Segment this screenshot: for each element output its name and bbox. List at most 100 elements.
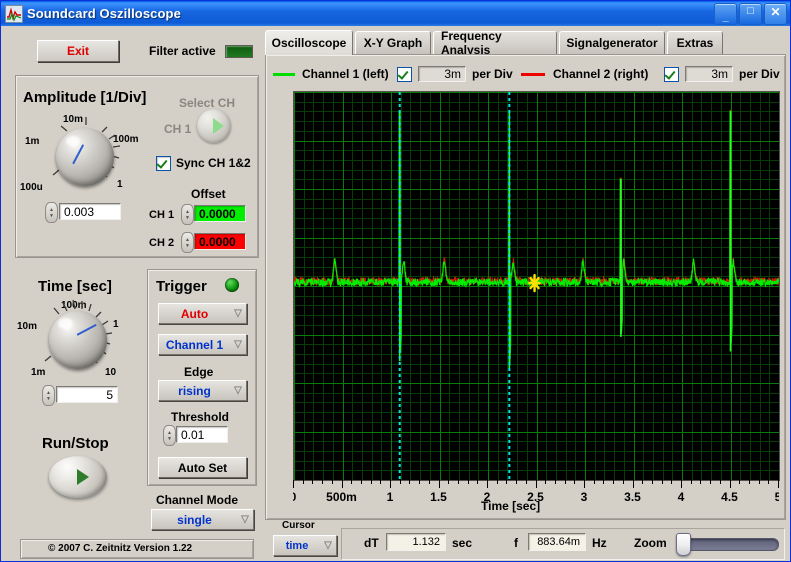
tab-signalgenerator[interactable]: Signalgenerator — [559, 31, 665, 54]
trigger-mode-value: Auto — [180, 306, 209, 321]
trigger-mode-combo[interactable]: Auto ▽ — [158, 303, 247, 324]
spinner-down-icon: ▼ — [49, 212, 54, 219]
trigger-title: Trigger — [156, 278, 207, 295]
channel-2-color-swatch — [521, 73, 545, 76]
x-tick-label: 1.5 — [430, 490, 447, 504]
cursor-label: Cursor — [282, 520, 315, 531]
tab-strip: Oscilloscope X-Y Graph Frequency Analysis S… — [265, 29, 784, 57]
chevron-down-icon: ▽ — [234, 339, 242, 350]
minimize-icon: _ — [722, 11, 729, 23]
maximize-icon: □ — [747, 5, 754, 17]
x-axis-title: Time [sec] — [481, 499, 541, 513]
trigger-source-value: Channel 1 — [165, 337, 224, 352]
window-controls: _ □ ✕ — [714, 3, 787, 25]
amplitude-knob[interactable] — [56, 128, 114, 186]
cursor-mode-value: time — [285, 539, 309, 552]
play-triangle-icon — [77, 469, 89, 485]
offset-ch1-label: CH 1 — [149, 209, 175, 221]
edge-label: Edge — [184, 365, 214, 379]
exit-button[interactable]: Exit — [37, 40, 119, 62]
trigger-led — [225, 278, 239, 292]
x-tick-label: 4.5 — [721, 490, 738, 504]
tab-x-y-graph[interactable]: X-Y Graph — [355, 31, 431, 54]
zoom-label: Zoom — [634, 536, 667, 550]
offset-ch1-spinner[interactable]: ▲ ▼ — [181, 204, 194, 225]
time-title: Time [sec] — [38, 278, 112, 295]
tab-label: Oscilloscope — [271, 36, 347, 50]
app-icon — [5, 4, 23, 23]
channel-mode-combo[interactable]: single ▽ — [151, 509, 254, 530]
trigger-source-combo[interactable]: Channel 1 ▽ — [158, 334, 247, 355]
threshold-label: Threshold — [171, 410, 230, 424]
chevron-down-icon: ▽ — [241, 514, 249, 525]
tab-oscilloscope[interactable]: Oscilloscope — [265, 30, 353, 55]
cursor-mode-combo[interactable]: time ▽ — [273, 535, 337, 556]
x-tick-label: 4 — [678, 490, 685, 504]
time-spinner[interactable]: ▲ ▼ — [42, 385, 55, 406]
waveform-plot[interactable] — [293, 91, 780, 481]
threshold-spinner[interactable]: ▲ ▼ — [163, 425, 176, 446]
select-ch-label: Select CH — [179, 96, 236, 110]
chevron-down-icon: ▽ — [324, 540, 332, 551]
frequency-field: 883.64m — [528, 533, 586, 551]
tab-frequency-analysis[interactable]: Frequency Analysis — [433, 29, 557, 57]
x-tick-label: 3 — [581, 490, 588, 504]
spinner-down-icon: ▼ — [185, 214, 190, 221]
trigger-edge-value: rising — [178, 383, 211, 398]
amplitude-spinner[interactable]: ▲ ▼ — [45, 202, 58, 223]
oscilloscope-panel: Channel 1 (left) 3m per Div Channel 2 (r… — [265, 54, 786, 520]
filter-active-indicator — [225, 45, 253, 58]
f-label: f — [514, 536, 518, 550]
channel-1-checkbox[interactable] — [397, 67, 412, 82]
offset-ch2-field[interactable]: 0.0000 — [194, 233, 246, 250]
copyright-text: © 2007 C. Zeitnitz Version 1.22 — [48, 543, 193, 554]
x-tick-label: 1 — [387, 490, 394, 504]
time-knob[interactable] — [49, 311, 107, 369]
amplitude-title: Amplitude [1/Div] — [23, 89, 147, 106]
close-icon: ✕ — [770, 5, 781, 19]
offset-ch1-field[interactable]: 0.0000 — [194, 205, 246, 222]
channel-2-perdiv-label: per Div — [739, 67, 780, 81]
trigger-edge-combo[interactable]: rising ▽ — [158, 380, 247, 401]
tab-label: X-Y Graph — [363, 36, 423, 50]
chevron-down-icon: ▽ — [234, 385, 242, 396]
filter-active-label: Filter active — [149, 44, 216, 58]
channel-1-color-swatch — [273, 73, 295, 76]
tab-label: Extras — [676, 36, 714, 50]
spinner-down-icon: ▼ — [185, 242, 190, 249]
channel-1-perdiv-label: per Div — [472, 67, 513, 81]
f-unit: Hz — [592, 536, 607, 550]
offset-title: Offset — [191, 187, 226, 201]
auto-set-button[interactable]: Auto Set — [158, 457, 247, 478]
application-window: Soundcard Oszilloscope _ □ ✕ Exit Filter… — [0, 0, 791, 562]
maximize-button[interactable]: □ — [739, 3, 762, 25]
chevron-down-icon: ▽ — [234, 308, 242, 319]
sync-checkbox[interactable] — [156, 156, 171, 171]
amplitude-value-field[interactable]: 0.003 — [59, 203, 121, 220]
select-ch-knob[interactable] — [197, 109, 231, 143]
dt-label: dT — [364, 536, 379, 550]
channel-1-perdiv-field[interactable]: 3m — [418, 66, 466, 82]
zoom-slider-thumb[interactable] — [676, 533, 691, 556]
spinner-down-icon: ▼ — [46, 395, 51, 402]
tab-extras[interactable]: Extras — [667, 31, 723, 54]
sync-label: Sync CH 1&2 — [176, 156, 251, 170]
window-title: Soundcard Oszilloscope — [27, 6, 181, 21]
threshold-field[interactable]: 0.01 — [176, 426, 228, 443]
channel-2-perdiv-field[interactable]: 3m — [685, 66, 733, 82]
x-tick-label: 3.5 — [624, 490, 641, 504]
channel-mode-label: Channel Mode — [156, 493, 239, 507]
zoom-slider-track[interactable] — [677, 538, 779, 551]
close-button[interactable]: ✕ — [764, 3, 787, 25]
minimize-button[interactable]: _ — [714, 3, 737, 25]
select-ch-value: CH 1 — [164, 122, 192, 136]
play-triangle-icon — [213, 118, 224, 134]
tab-label: Signalgenerator — [566, 36, 658, 50]
x-tick-label: 5 — [775, 490, 779, 504]
time-value-field[interactable]: 5 — [56, 386, 118, 403]
run-stop-button[interactable] — [49, 456, 107, 498]
offset-ch2-spinner[interactable]: ▲ ▼ — [181, 232, 194, 253]
channel-mode-value: single — [177, 512, 212, 527]
channel-2-label: Channel 2 (right) — [553, 67, 649, 81]
channel-2-checkbox[interactable] — [664, 67, 679, 82]
